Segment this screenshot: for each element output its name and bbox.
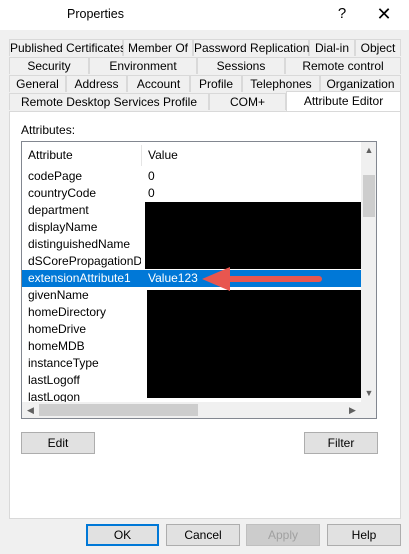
tab-address[interactable]: Address — [66, 75, 127, 92]
close-icon[interactable]: ✕ — [371, 3, 397, 25]
scrollbar-corner — [361, 402, 376, 418]
attribute-name: homeDrive — [28, 322, 87, 336]
redaction-block — [147, 290, 363, 398]
attribute-value: 0 — [148, 169, 155, 183]
tab-password-replication[interactable]: Password Replication — [193, 39, 309, 56]
attributes-listview[interactable]: Attribute Value codePage 0 countryCode 0 d… — [21, 141, 377, 419]
list-header: Attribute Value — [22, 142, 361, 168]
scroll-down-icon[interactable]: ▼ — [361, 385, 376, 402]
tab-remote-desktop-services-profile[interactable]: Remote Desktop Services Profile — [9, 93, 209, 110]
filter-button[interactable]: Filter — [304, 432, 378, 454]
tab-published-certificates[interactable]: Published Certificates — [9, 39, 126, 56]
scroll-up-icon[interactable]: ▲ — [361, 142, 376, 159]
arrow-head — [202, 267, 230, 291]
attribute-name: givenName — [28, 288, 89, 302]
vertical-scrollbar[interactable]: ▲ ▼ — [361, 142, 376, 402]
attributes-label: Attributes: — [21, 123, 76, 137]
column-header-value[interactable]: Value — [142, 142, 361, 168]
attribute-name: distinguishedName — [28, 237, 131, 251]
horizontal-scrollbar[interactable]: ◀ ▶ — [22, 402, 361, 418]
column-header-attribute[interactable]: Attribute — [22, 142, 141, 168]
tab-telephones[interactable]: Telephones — [242, 75, 320, 92]
scroll-right-icon[interactable]: ▶ — [344, 402, 361, 418]
attribute-name: lastLogoff — [28, 373, 80, 387]
tab-remote-control[interactable]: Remote control — [285, 57, 401, 74]
table-row[interactable]: countryCode 0 — [22, 185, 361, 202]
tab-account[interactable]: Account — [127, 75, 190, 92]
attribute-name: extensionAttribute1 — [28, 271, 131, 285]
tab-environment[interactable]: Environment — [89, 57, 197, 74]
ok-button[interactable]: OK — [86, 524, 159, 546]
redaction-block — [145, 202, 361, 269]
tab-com-plus[interactable]: COM+ — [209, 93, 286, 110]
help-icon[interactable]: ? — [332, 3, 352, 25]
attribute-name: department — [28, 203, 89, 217]
table-row[interactable]: codePage 0 — [22, 168, 361, 185]
tab-security[interactable]: Security — [9, 57, 89, 74]
tab-sessions[interactable]: Sessions — [197, 57, 285, 74]
tab-profile[interactable]: Profile — [190, 75, 242, 92]
edit-button[interactable]: Edit — [21, 432, 95, 454]
tab-dial-in[interactable]: Dial-in — [309, 39, 355, 56]
cancel-button[interactable]: Cancel — [166, 524, 240, 546]
attribute-name: countryCode — [28, 186, 97, 200]
tab-object[interactable]: Object — [355, 39, 401, 56]
scroll-left-icon[interactable]: ◀ — [22, 402, 39, 418]
attribute-value: 0 — [148, 186, 155, 200]
tab-general[interactable]: General — [9, 75, 66, 92]
tab-attribute-editor[interactable]: Attribute Editor — [286, 91, 401, 111]
vertical-scroll-thumb[interactable] — [363, 175, 375, 217]
attribute-name: homeMDB — [28, 339, 85, 353]
attribute-name: instanceType — [28, 356, 99, 370]
attribute-name: homeDirectory — [28, 305, 107, 319]
tab-member-of[interactable]: Member Of — [123, 39, 193, 56]
apply-button[interactable]: Apply — [246, 524, 320, 546]
attribute-name: codePage — [28, 169, 83, 183]
window-title: Properties — [67, 7, 124, 21]
horizontal-scroll-thumb[interactable] — [39, 404, 198, 416]
attribute-name: dSCorePropagationD... — [28, 254, 141, 268]
attribute-name: displayName — [28, 220, 98, 234]
help-button[interactable]: Help — [327, 524, 401, 546]
red-arrow-annotation — [202, 267, 322, 291]
tab-organization[interactable]: Organization — [320, 75, 401, 92]
